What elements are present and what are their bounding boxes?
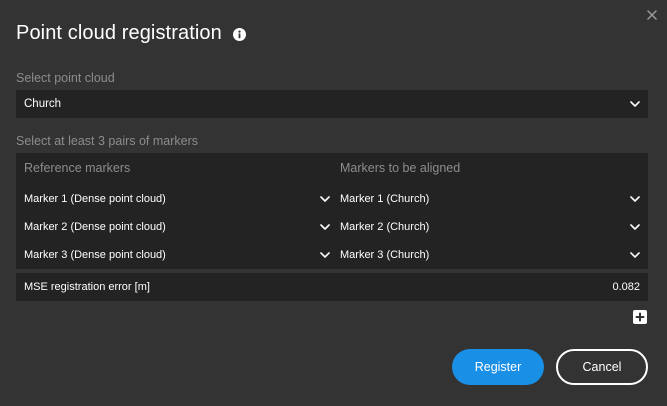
chevron-down-icon	[320, 224, 330, 230]
point-cloud-registration-dialog: Point cloud registration Select point cl…	[0, 0, 667, 406]
aligned-marker-value: Marker 2 (Church)	[340, 221, 430, 233]
chevron-down-icon	[630, 252, 640, 258]
reference-marker-value: Marker 1 (Dense point cloud)	[24, 193, 166, 205]
aligned-marker-select-2[interactable]: Marker 2 (Church)	[332, 215, 648, 239]
reference-marker-value: Marker 3 (Dense point cloud)	[24, 249, 166, 261]
point-cloud-select[interactable]: Church	[16, 90, 648, 118]
title-row: Point cloud registration	[16, 20, 246, 46]
chevron-down-icon	[320, 196, 330, 202]
reference-marker-select-3[interactable]: Marker 3 (Dense point cloud)	[16, 243, 332, 267]
mse-label: MSE registration error [m]	[24, 281, 150, 293]
chevron-down-icon	[630, 224, 640, 230]
cancel-button[interactable]: Cancel	[556, 349, 648, 385]
chevron-down-icon	[630, 101, 640, 107]
aligned-marker-value: Marker 1 (Church)	[340, 193, 430, 205]
point-cloud-value: Church	[24, 98, 62, 110]
aligned-marker-select-3[interactable]: Marker 3 (Church)	[332, 243, 648, 267]
reference-marker-select-2[interactable]: Marker 2 (Dense point cloud)	[16, 215, 332, 239]
aligned-markers-header: Markers to be aligned	[340, 161, 461, 175]
chevron-down-icon	[630, 196, 640, 202]
reference-marker-value: Marker 2 (Dense point cloud)	[24, 221, 166, 233]
add-icon[interactable]	[633, 310, 647, 324]
mse-row: MSE registration error [m] 0.082	[16, 273, 648, 301]
markers-panel: Reference markers Markers to be aligned …	[16, 153, 648, 269]
markers-label: Select at least 3 pairs of markers	[16, 134, 199, 148]
point-cloud-label: Select point cloud	[16, 71, 115, 85]
register-button[interactable]: Register	[452, 349, 544, 385]
reference-marker-select-1[interactable]: Marker 1 (Dense point cloud)	[16, 187, 332, 211]
dialog-title: Point cloud registration	[16, 21, 222, 44]
mse-value: 0.082	[612, 281, 640, 293]
close-icon[interactable]	[645, 8, 659, 22]
aligned-marker-value: Marker 3 (Church)	[340, 249, 430, 261]
chevron-down-icon	[320, 252, 330, 258]
aligned-marker-select-1[interactable]: Marker 1 (Church)	[332, 187, 648, 211]
reference-markers-header: Reference markers	[24, 161, 131, 175]
info-icon[interactable]	[232, 27, 246, 41]
